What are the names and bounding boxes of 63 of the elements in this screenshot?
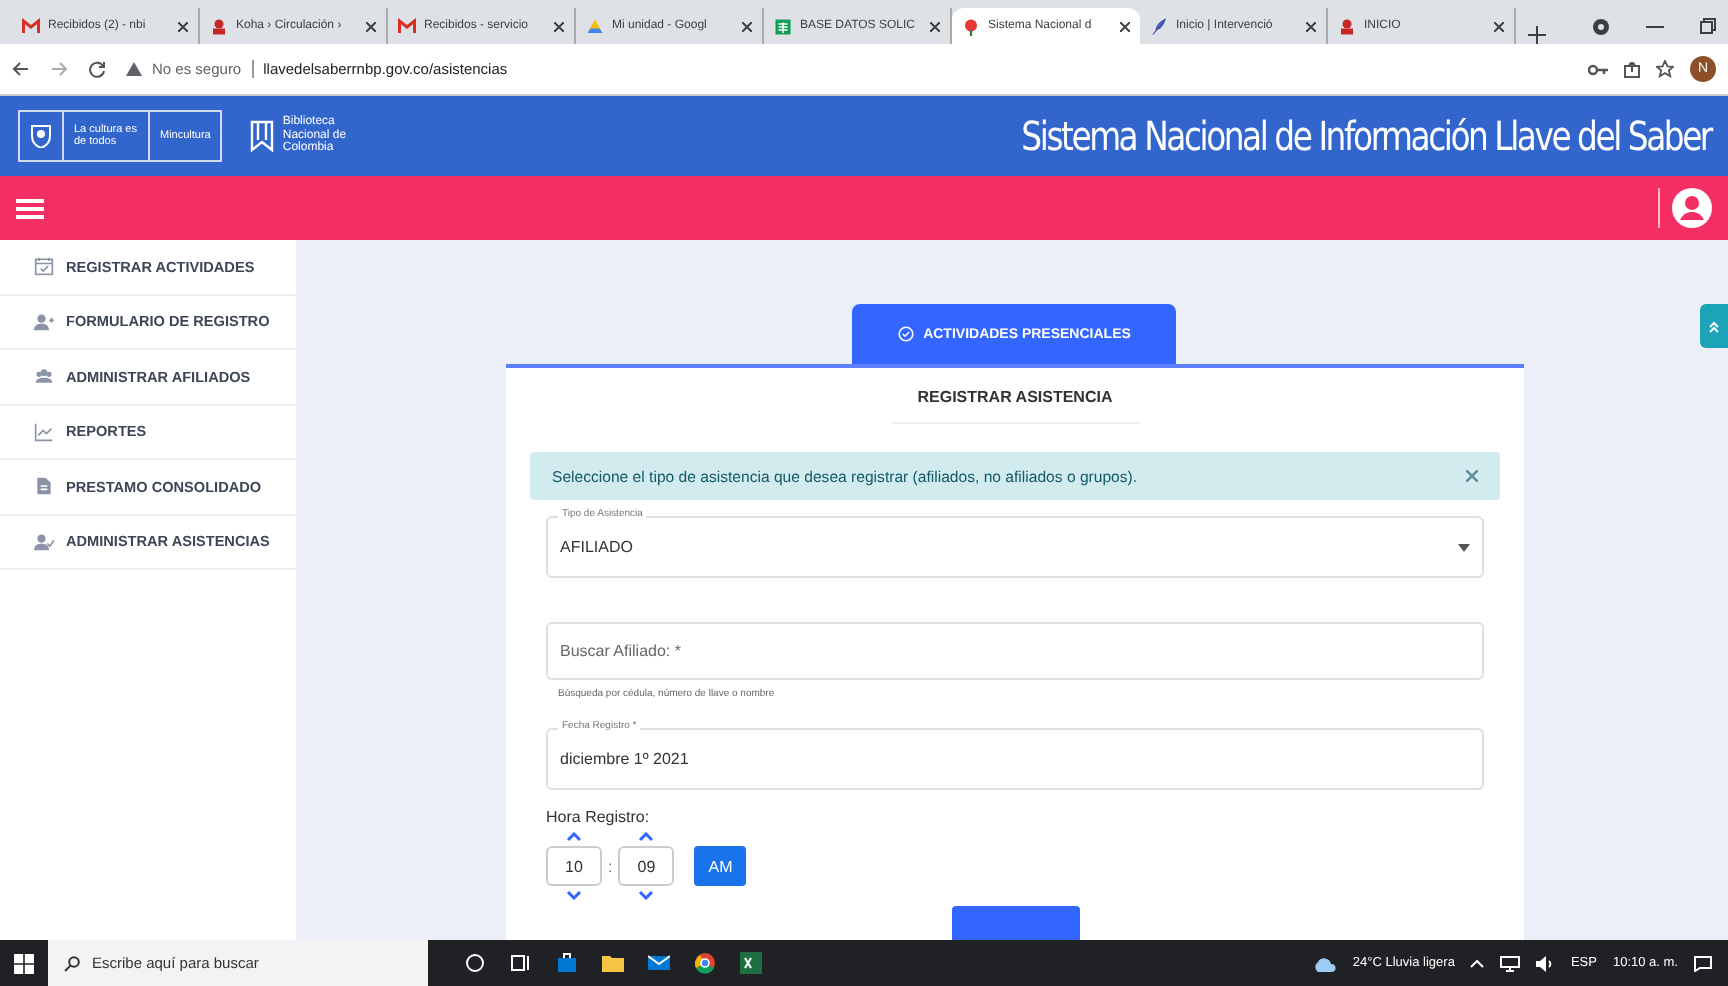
am-pm-button[interactable]: AM: [694, 846, 747, 886]
scroll-up-button[interactable]: [1700, 304, 1728, 348]
flower-icon: [962, 17, 980, 35]
chevron-down-icon[interactable]: [566, 890, 582, 900]
cloud-icon: [1312, 955, 1337, 971]
document-icon: [34, 476, 54, 497]
user-check-icon: [34, 531, 54, 552]
close-icon[interactable]: [554, 21, 564, 31]
bookmark-icon: [250, 120, 275, 152]
menu-icon[interactable]: [16, 197, 44, 219]
close-icon[interactable]: [1120, 21, 1130, 31]
form-title: REGISTRAR ASISTENCIA: [891, 368, 1139, 424]
star-icon[interactable]: [1656, 60, 1674, 78]
warning-icon: [126, 62, 142, 76]
triangle-icon: [586, 17, 604, 35]
user-icon[interactable]: [1672, 188, 1712, 228]
windows-icon[interactable]: [14, 953, 34, 973]
time-separator: :: [608, 857, 613, 875]
dropdown-caret-icon: [1458, 543, 1470, 551]
check-circle-icon: [897, 326, 914, 342]
speaker-icon[interactable]: [1536, 955, 1555, 971]
spreadsheet-icon[interactable]: [740, 952, 762, 974]
mail-icon[interactable]: [648, 952, 670, 974]
shield-icon: [30, 124, 52, 148]
close-icon[interactable]: [366, 21, 376, 31]
record-icon[interactable]: [1592, 17, 1610, 35]
hour-field[interactable]: 10: [546, 846, 602, 886]
person-icon: [210, 17, 228, 35]
close-icon[interactable]: [930, 21, 940, 31]
site-title: Sistema Nacional de Información Llave del Saber: [1020, 112, 1710, 160]
close-icon[interactable]: [1306, 21, 1316, 31]
share-icon[interactable]: [1624, 61, 1640, 77]
network-icon[interactable]: [1500, 955, 1521, 971]
folder-icon[interactable]: [602, 952, 624, 974]
close-icon[interactable]: [1494, 21, 1504, 31]
minute-field[interactable]: 09: [618, 846, 675, 886]
calendar-icon: [34, 256, 54, 277]
search-field[interactable]: Buscar Afiliado: *: [546, 622, 1484, 680]
users-icon: [34, 366, 54, 387]
mail-icon: [398, 17, 416, 35]
close-icon[interactable]: [742, 21, 752, 31]
close-icon[interactable]: [178, 21, 188, 31]
restore-icon[interactable]: [1700, 18, 1716, 34]
sheet-icon: [774, 17, 792, 35]
feather-icon: [1150, 17, 1168, 35]
key-icon[interactable]: [1588, 63, 1608, 75]
back-icon[interactable]: [12, 60, 30, 78]
minimize-icon[interactable]: [1646, 25, 1664, 27]
new-tab-icon[interactable]: [1528, 26, 1546, 44]
circle-icon[interactable]: [464, 952, 486, 974]
notification-icon[interactable]: [1694, 955, 1712, 971]
chart-icon: [34, 421, 54, 442]
reload-icon[interactable]: [88, 60, 106, 78]
chevron-down-icon[interactable]: [638, 890, 655, 900]
task-view-icon[interactable]: [510, 952, 532, 974]
mail-icon: [22, 17, 40, 35]
search-icon: [64, 955, 80, 971]
browser-icon[interactable]: [694, 952, 716, 974]
double-chevron-up-icon: [1708, 319, 1720, 333]
time-label: Hora Registro:: [546, 808, 652, 826]
person-icon: [1338, 17, 1356, 35]
user-add-icon: [34, 311, 54, 332]
store-icon[interactable]: [556, 952, 578, 974]
